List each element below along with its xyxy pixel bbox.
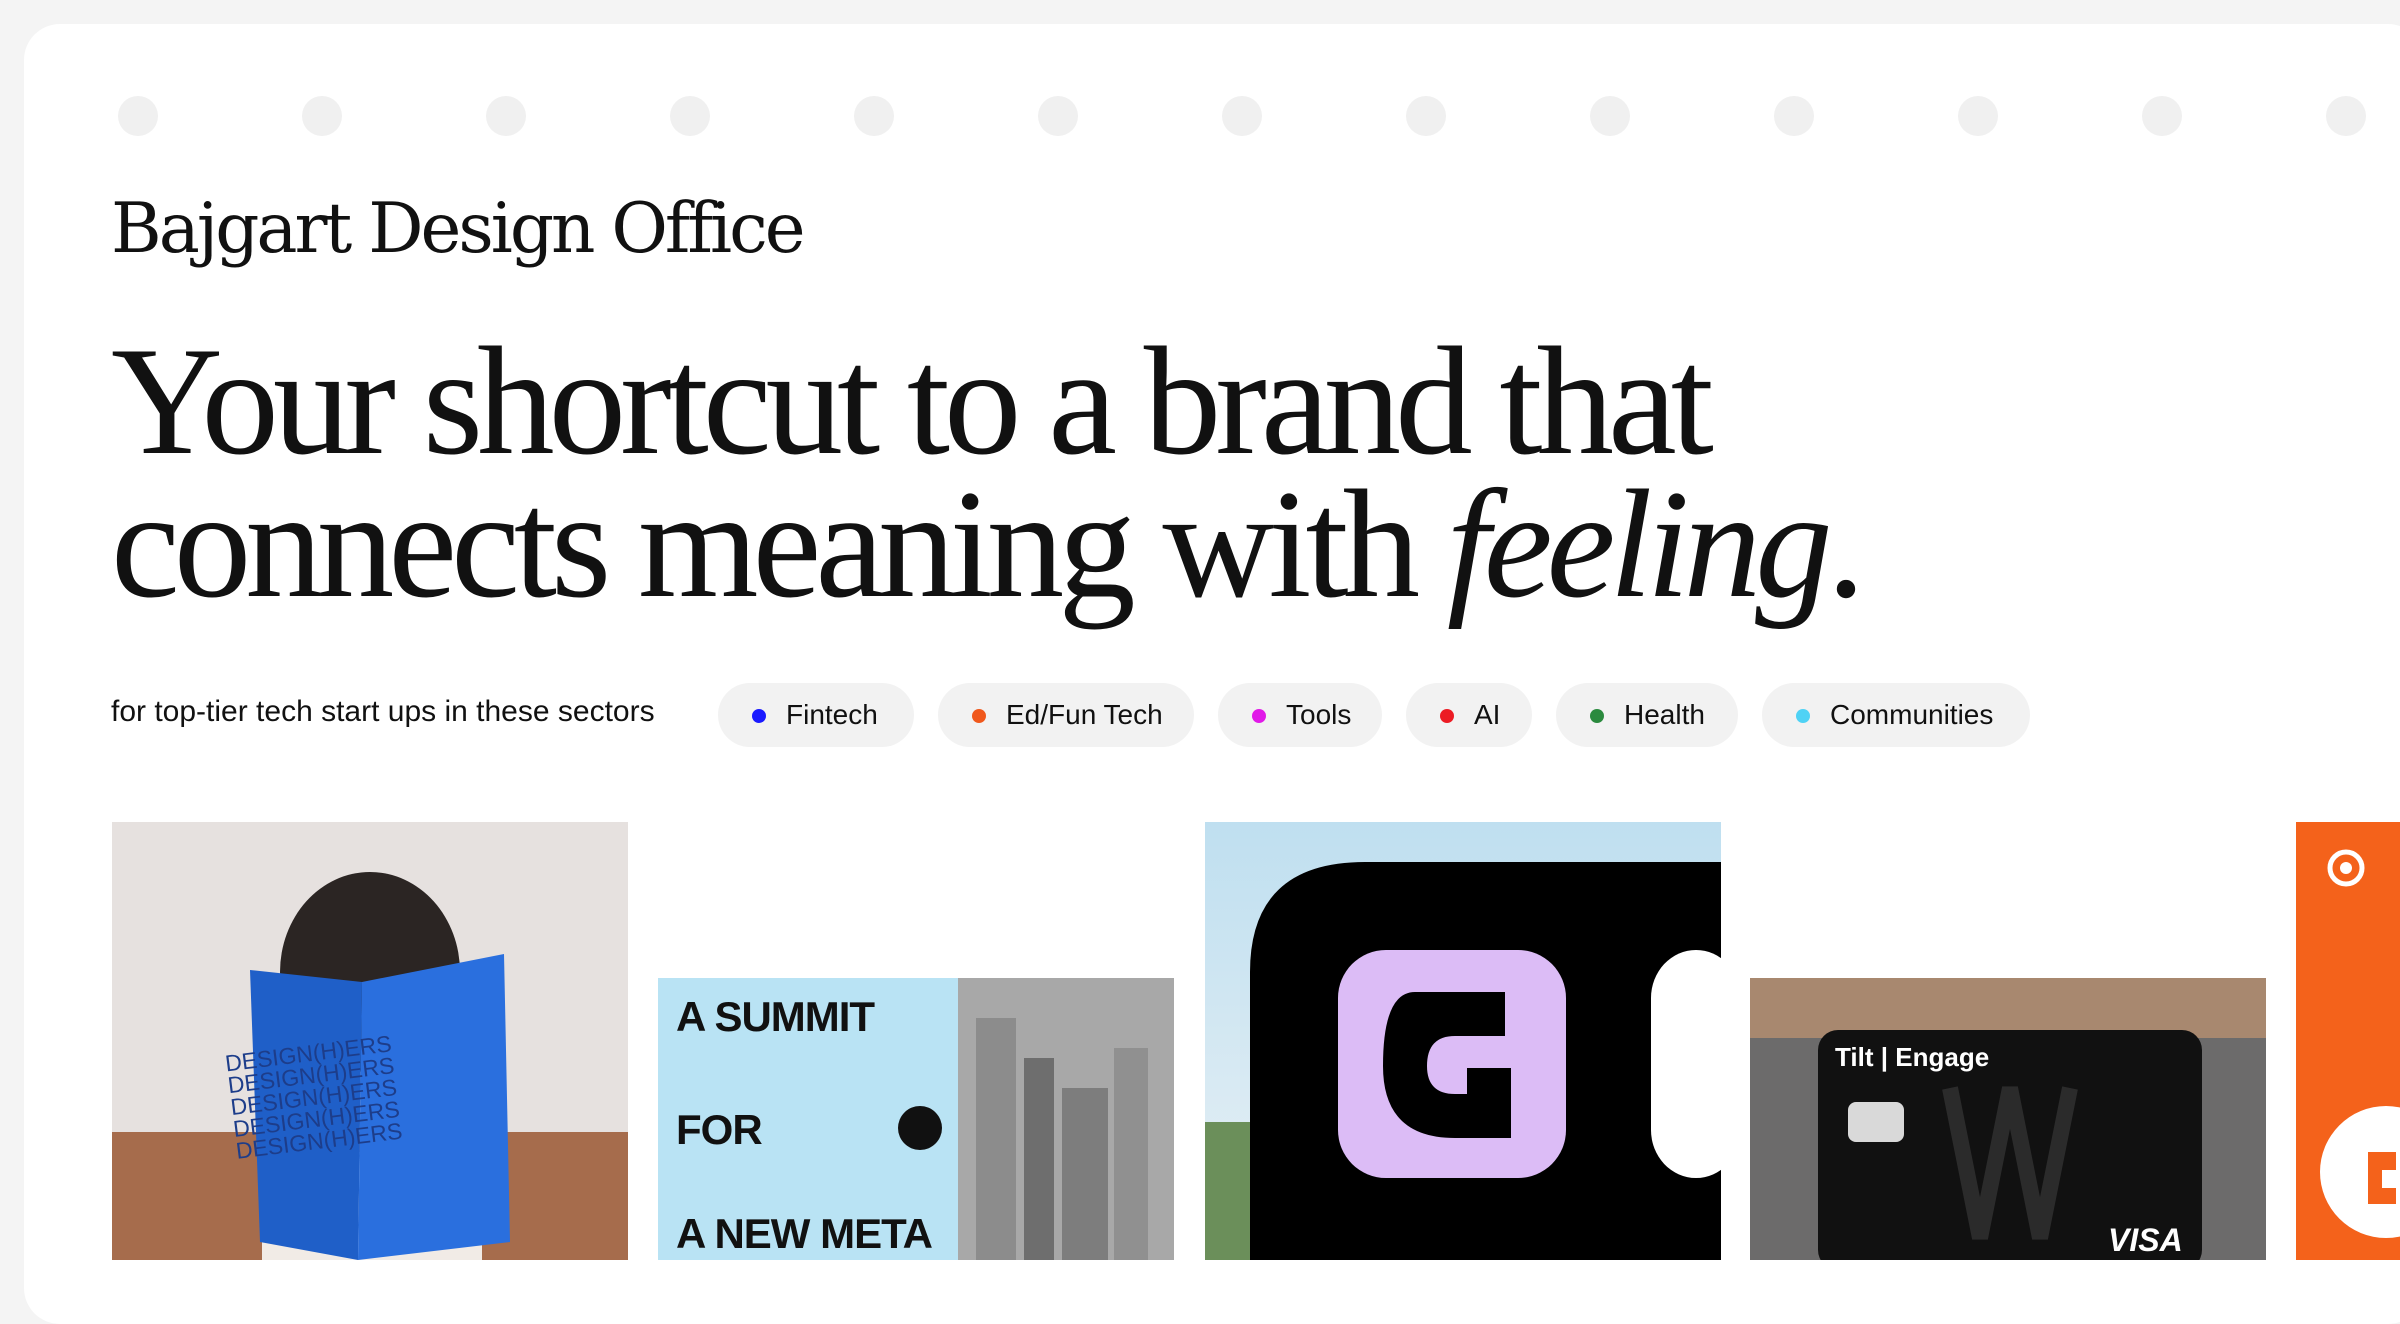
sector-dot-icon <box>1590 709 1604 723</box>
sector-pill-health[interactable]: Health <box>1556 683 1738 747</box>
book-cover-text: DESIGN(H)ERS DESIGN(H)ERS DESIGN(H)ERS D… <box>223 1030 404 1164</box>
project-tile-app-icon[interactable] <box>1205 822 1721 1260</box>
sector-pill-communities[interactable]: Communities <box>1762 683 2030 747</box>
orange-brand-image <box>2296 822 2400 1260</box>
card-brand: Tilt <box>1835 1042 1874 1072</box>
decorative-dot <box>2142 96 2182 136</box>
sector-label: Tools <box>1286 699 1352 730</box>
sector-label: AI <box>1474 699 1501 730</box>
sector-pill-edfuntech[interactable]: Ed/Fun Tech <box>938 683 1194 747</box>
sector-dot-icon <box>1440 709 1454 723</box>
headline-line-2-prefix: connects meaning with <box>111 458 1447 630</box>
summit-title-line-3: A NEW META <box>676 1210 933 1257</box>
headline-emphasis: feeling <box>1446 458 1833 630</box>
project-tile-orange[interactable] <box>2296 822 2400 1260</box>
sector-dot-icon <box>752 709 766 723</box>
card-brand-label: Tilt | Engage <box>1835 1042 1989 1073</box>
sector-dot-icon <box>972 709 986 723</box>
card-separator: | <box>1880 1042 1896 1072</box>
sector-pill-tools[interactable]: Tools <box>1218 683 1382 747</box>
project-tile-payment-card[interactable] <box>1750 978 2266 1260</box>
sector-label: Health <box>1624 699 1705 730</box>
sector-label: Fintech <box>786 699 878 730</box>
summit-title-line-1: A SUMMIT <box>676 993 875 1040</box>
studio-name[interactable]: Bajgart Design Office <box>111 195 806 264</box>
sector-label: Communities <box>1830 699 1994 730</box>
sector-dot-icon <box>1796 709 1810 723</box>
sector-dot-icon <box>1252 709 1266 723</box>
sectors-label: for top-tier tech start ups in these sec… <box>111 695 655 728</box>
app-icon-image <box>1205 822 1721 1260</box>
payment-card-image <box>1750 978 2266 1260</box>
sector-pill-fintech[interactable]: Fintech <box>718 683 914 747</box>
decorative-dot <box>302 96 342 136</box>
headline-line-2-suffix: . <box>1826 458 1866 630</box>
sector-pill-ai[interactable]: AI <box>1406 683 1532 747</box>
decorative-dot <box>118 96 158 136</box>
decorative-dot <box>670 96 710 136</box>
decorative-dot <box>1958 96 1998 136</box>
hero-headline: Your shortcut to a brand that connects m… <box>111 324 1865 622</box>
decorative-dot <box>1038 96 1078 136</box>
decorative-dot <box>2326 96 2366 136</box>
decorative-dot <box>1590 96 1630 136</box>
decorative-dot <box>854 96 894 136</box>
decorative-dot <box>1222 96 1262 136</box>
decorative-dot <box>486 96 526 136</box>
sector-label: Ed/Fun Tech <box>1006 699 1163 730</box>
card-network: VISA <box>2108 1222 2183 1258</box>
summit-title-line-2: FOR <box>676 1106 763 1153</box>
decorative-dot <box>1774 96 1814 136</box>
decorative-dot <box>1406 96 1446 136</box>
card-product: Engage <box>1895 1042 1990 1072</box>
